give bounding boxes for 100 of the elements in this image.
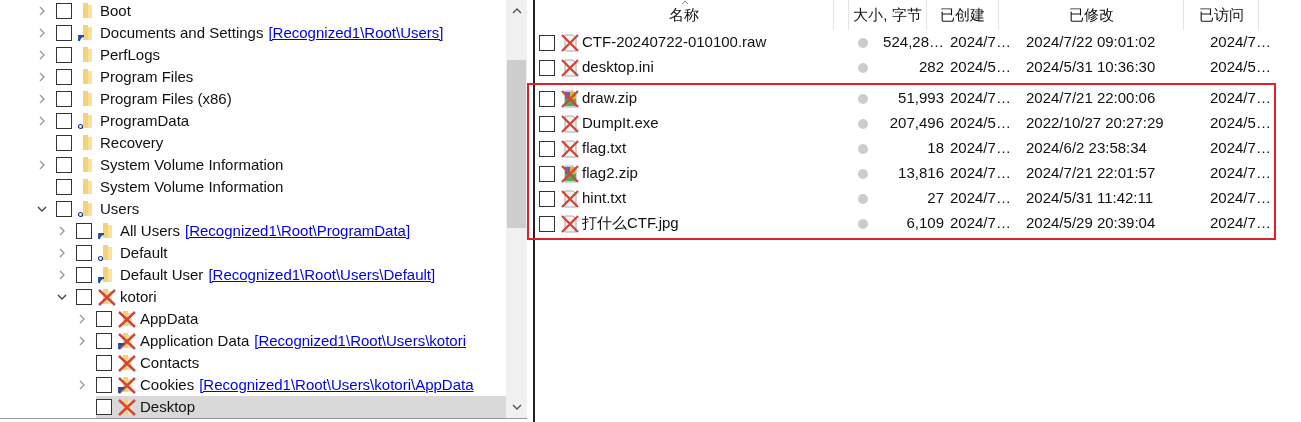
created-date: 2024/7… [949,88,1012,109]
file-name: flag2.zip [582,163,639,184]
file-row[interactable]: CTF-20240722-010100.raw 524,28… 2024/7… 2024/7/22 09:01:02 2024/7… [535,30,1301,55]
scrollbar-thumb[interactable] [507,60,526,228]
deleted-folder-icon [98,288,116,306]
modified-date: 2024/6/2 23:58:34 [1025,138,1148,159]
checkbox[interactable] [539,190,555,207]
deleted-file-icon [561,33,579,52]
item-label: All Users [120,220,180,241]
column-header[interactable]: 已修改 [1068,3,1114,27]
tree-item[interactable]: Desktop [96,396,506,418]
tree-item[interactable]: All Users [Recognized1\Root\ProgramData] [76,220,506,242]
checkbox[interactable] [96,311,112,327]
item-label: System Volume Information [100,176,284,197]
column-header[interactable]: 已访问 [1198,3,1244,27]
checkbox[interactable] [76,245,92,261]
checkbox[interactable] [76,267,92,283]
accessed-date: 2024/7… [1209,88,1271,109]
tree-item[interactable]: Contacts [96,352,506,374]
deleted-folder-icon [118,398,136,416]
tree-item[interactable]: System Volume Information [56,176,506,198]
checkbox[interactable] [96,377,112,393]
checkbox[interactable] [56,157,72,173]
checkbox[interactable] [56,113,72,129]
tree-item[interactable]: Default [76,242,506,264]
item-label: AppData [140,308,199,329]
checkbox[interactable] [56,201,72,217]
target-link[interactable]: [Recognized1\Root\Users\kotori [254,329,466,353]
tree-item[interactable]: Cookies [Recognized1\Root\Users\kotori\AppData [96,374,506,396]
file-row[interactable]: flag.txt 18 2024/7… 2024/6/2 23:58:34 2024/7… [535,136,1274,161]
file-row[interactable]: DumpIt.exe 207,496 2024/5… 2022/10/27 20:27:29 2024/5… [535,111,1274,136]
deleted-folder-shortcut-icon [118,332,136,350]
file-row[interactable]: hint.txt 27 2024/7… 2024/5/31 11:42:11 2024/7… [535,186,1274,211]
tree-item[interactable]: Documents and Settings [Recognized1\Root\Users] [56,22,506,44]
file-row[interactable]: flag2.zip 13,816 2024/7… 2024/7/21 22:01:57 2024/7… [535,161,1274,186]
item-label: Contacts [140,352,200,373]
checkbox[interactable] [56,25,72,41]
checkbox[interactable] [539,165,555,182]
tree-item[interactable]: Users [56,198,506,220]
item-label: Default User [120,264,204,285]
checkbox[interactable] [539,215,555,232]
created-date: 2024/7… [949,138,1012,159]
file-size: 51,993 [897,88,944,109]
tree-item[interactable]: Default User [Recognized1\Root\Users\Default] [76,264,506,286]
file-row[interactable]: draw.zip 51,993 2024/7… 2024/7/21 22:00:06 2024/7… [535,86,1274,111]
checkbox[interactable] [56,3,72,19]
column-header[interactable]: 名称 [669,3,699,27]
checkbox[interactable] [539,115,555,132]
target-link[interactable]: [Recognized1\Root\Users] [268,21,444,45]
tree-item[interactable]: Recovery [56,132,506,154]
file-name: desktop.ini [582,57,655,78]
checkbox[interactable] [96,333,112,349]
column-header[interactable]: 已创建 [940,3,985,27]
checkbox[interactable] [539,90,555,107]
checkbox[interactable] [539,59,555,76]
checkbox[interactable] [76,223,92,239]
checkbox[interactable] [56,69,72,85]
deleted-file-icon [561,139,579,158]
checkbox[interactable] [56,47,72,63]
checkbox[interactable] [539,34,555,51]
deleted-folder-icon [118,310,136,328]
checkbox[interactable] [56,135,72,151]
checkbox[interactable] [539,140,555,157]
item-label: PerfLogs [100,44,161,65]
deleted-file-icon [561,114,579,133]
column-header[interactable]: 大小, 字节 [853,3,922,27]
accessed-date: 2024/7… [1209,163,1271,184]
file-row[interactable]: desktop.ini 282 2024/5… 2024/5/31 10:36:30 2024/5… [535,55,1301,80]
deleted-folder-shortcut-icon [118,376,136,394]
tree-item[interactable]: Program Files (x86) [56,88,506,110]
deleted-folder-icon [118,354,136,372]
scrollbar[interactable] [506,0,527,418]
tree-item[interactable]: PerfLogs [56,44,506,66]
deleted-file-icon [561,189,579,208]
deleted-archive-icon [561,89,579,108]
checkbox[interactable] [96,399,112,415]
item-label: Boot [100,0,131,21]
item-label: ProgramData [100,110,190,131]
checkbox[interactable] [56,179,72,195]
tree-item[interactable]: AppData [96,308,506,330]
tree-item[interactable]: Application Data [Recognized1\Root\Users\kotori [96,330,506,352]
tree-item[interactable]: System Volume Information [56,154,506,176]
file-size: 524,28… [882,32,944,53]
tree-item[interactable]: ProgramData [56,110,506,132]
deleted-file-icon [561,58,579,77]
target-link[interactable]: [Recognized1\Root\Users\Default] [208,263,436,287]
file-name: 打什么CTF.jpg [582,213,680,234]
file-row[interactable]: 打什么CTF.jpg 6,109 2024/7… 2024/5/29 20:39:04 2024/7… [535,211,1274,236]
created-date: 2024/5… [949,113,1012,134]
target-link[interactable]: [Recognized1\Root\Users\kotori\AppData [199,373,474,397]
checkbox[interactable] [96,355,112,371]
checkbox[interactable] [56,91,72,107]
tree-item[interactable]: Program Files [56,66,506,88]
item-label: Default [120,242,168,263]
checkbox[interactable] [76,289,92,305]
target-link[interactable]: [Recognized1\Root\ProgramData] [185,219,411,243]
tree-item[interactable]: Boot [56,0,506,22]
file-size: 13,816 [897,163,944,184]
sort-caret-icon [681,0,689,5]
tree-item[interactable]: kotori [76,286,506,308]
